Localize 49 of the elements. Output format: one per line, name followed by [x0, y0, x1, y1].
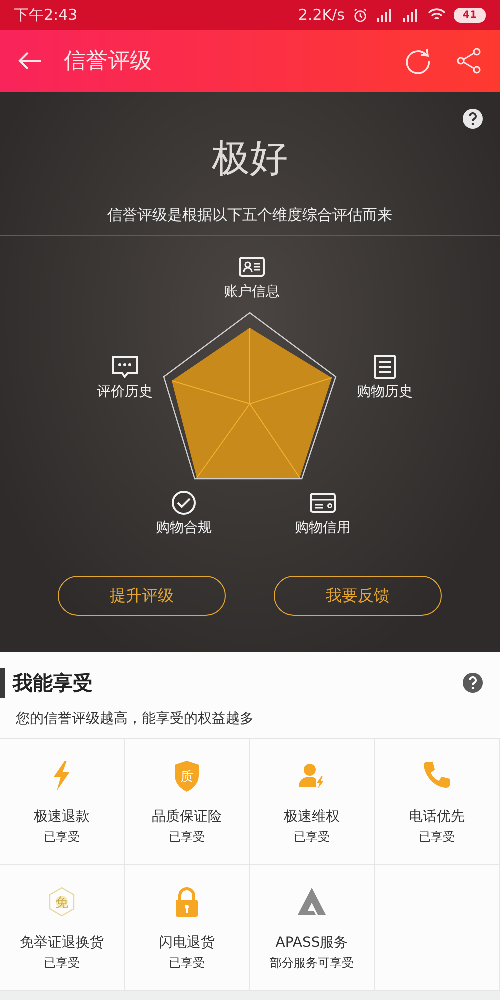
benefit-tile[interactable]: 质 品质保证险 已享受	[125, 739, 250, 865]
benefit-name: APASS服务	[276, 934, 348, 953]
benefit-name: 电话优先	[409, 808, 465, 827]
back-arrow-icon[interactable]	[18, 51, 42, 71]
dimension-label: 评价历史	[97, 383, 153, 402]
rating-description: 信誉评级是根据以下五个维度综合评估而来	[108, 206, 392, 224]
list-document-icon	[372, 355, 398, 379]
benefit-name: 品质保证险	[152, 808, 222, 827]
status-time: 下午2:43	[14, 4, 78, 26]
refresh-icon[interactable]	[404, 47, 432, 75]
battery-indicator: 41	[454, 8, 486, 22]
benefit-name: 免举证退换货	[20, 934, 104, 953]
signal-icon	[376, 8, 394, 22]
dimension-label: 购物合规	[156, 519, 212, 538]
benefit-status: 已享受	[44, 829, 80, 846]
wifi-icon	[428, 8, 446, 22]
dimension-label: 账户信息	[224, 283, 280, 302]
benefit-status: 已享受	[294, 829, 330, 846]
benefit-status: 已享受	[419, 829, 455, 846]
outline-button[interactable]: 提升评级	[58, 576, 226, 616]
outline-button[interactable]: 我要反馈	[274, 576, 442, 616]
benefit-status: 已享受	[169, 955, 205, 972]
benefit-status: 已享受	[44, 955, 80, 972]
help-icon[interactable]	[462, 108, 484, 130]
benefit-tile[interactable]: 极速维权 已享受	[250, 739, 375, 865]
signal-icon	[402, 8, 420, 22]
benefit-tile[interactable]: APASS服务 部分服务可享受	[250, 865, 375, 991]
network-speed: 2.2K/s	[298, 4, 345, 26]
comment-icon	[112, 355, 138, 379]
dimension-label: 购物信用	[295, 519, 351, 538]
benefit-status: 已享受	[169, 829, 205, 846]
benefit-name: 极速维权	[284, 808, 340, 827]
benefit-tile[interactable]: 闪电退货 已享受	[125, 865, 250, 991]
section-title: 我能享受	[0, 668, 93, 698]
benefit-name: 极速退款	[34, 808, 90, 827]
benefit-name: 闪电退货	[159, 934, 215, 953]
account-card-icon	[239, 256, 265, 280]
rating-level: 极好	[212, 135, 288, 182]
benefit-tile[interactable]: 电话优先 已享受	[375, 739, 500, 865]
dimension-label: 购物历史	[357, 383, 413, 402]
share-icon[interactable]	[456, 48, 482, 74]
benefit-tile[interactable]: 极速退款 已享受	[0, 739, 125, 865]
help-icon[interactable]	[462, 672, 484, 694]
page-title: 信誉评级	[64, 48, 153, 76]
section-subtitle: 您的信誉评级越高，能享受的权益越多	[16, 711, 254, 727]
benefit-status: 部分服务可享受	[270, 955, 354, 972]
check-circle-icon	[171, 491, 197, 515]
credit-card-icon	[310, 491, 336, 515]
alarm-icon	[353, 8, 368, 22]
